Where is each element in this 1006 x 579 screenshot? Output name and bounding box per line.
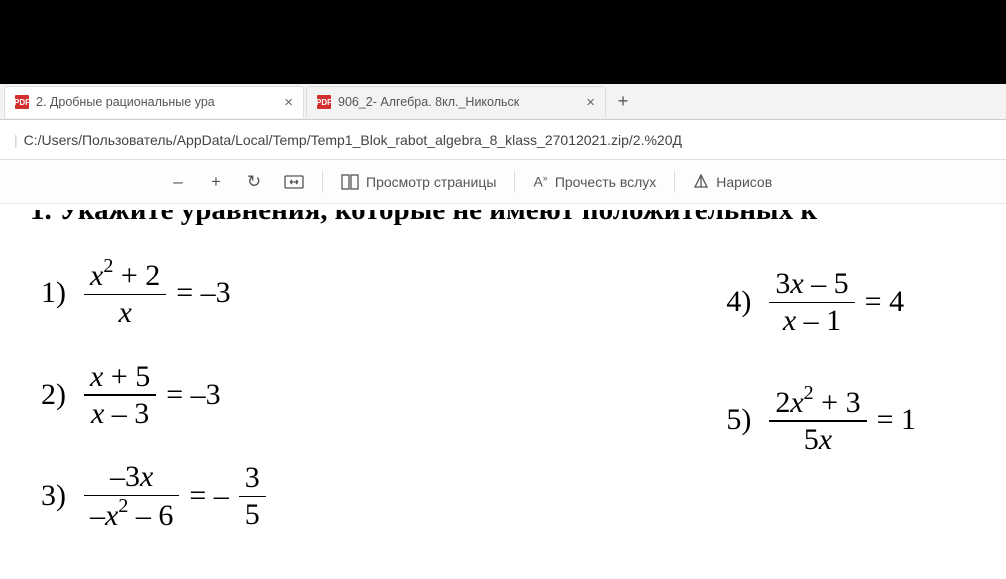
- eq-rhs: = 1: [877, 403, 916, 437]
- eq-rhs-pre: = –: [189, 479, 228, 513]
- separator: [322, 171, 323, 193]
- equation-4: 4) 3x – 5 x – 1 = 4: [725, 268, 916, 337]
- eq-number: 4): [725, 285, 769, 319]
- page-view-button[interactable]: Просмотр страницы: [331, 165, 506, 199]
- equation-5: 5) 2x2 + 3 5x = 1: [725, 385, 916, 456]
- plus-icon: +: [211, 172, 221, 192]
- draw-button[interactable]: Нарисов: [683, 165, 782, 199]
- rhs-num: 3: [239, 462, 266, 494]
- tab-2-label: 906_2- Алгебра. 8кл._Никольск: [338, 95, 578, 109]
- eq-number: 1): [30, 276, 84, 310]
- pdf-icon: PDF: [317, 95, 331, 109]
- pdf-content: 1. Укажите уравнения, которые не имеют п…: [0, 204, 1006, 532]
- read-aloud-button[interactable]: A» Прочесть вслух: [523, 165, 666, 199]
- page-view-icon: [341, 174, 359, 190]
- fit-button[interactable]: [274, 165, 314, 199]
- tab-1[interactable]: PDF 2. Дробные рациональные ура ×: [4, 86, 304, 118]
- eq-rhs: = 4: [865, 285, 904, 319]
- rhs-den: 5: [239, 499, 266, 531]
- window-top-black: [0, 0, 1006, 84]
- separator: [514, 171, 515, 193]
- close-icon[interactable]: ×: [284, 95, 293, 110]
- eq-rhs: = –3: [176, 276, 230, 310]
- heading-cut: 1. Укажите уравнения, которые не имеют п…: [30, 210, 976, 230]
- equation-3: 3) –3x –x2 – 6 = – 3 5: [30, 461, 266, 532]
- page-view-label: Просмотр страницы: [366, 174, 496, 190]
- zoom-in-button[interactable]: +: [198, 165, 234, 199]
- equation-2: 2) x + 5 x – 3 = –3: [30, 361, 266, 430]
- url-text[interactable]: C:/Users/Пользователь/AppData/Local/Temp…: [24, 132, 682, 148]
- draw-icon: [693, 174, 709, 190]
- tab-2[interactable]: PDF 906_2- Алгебра. 8кл._Никольск ×: [306, 86, 606, 118]
- rotate-button[interactable]: ↻: [236, 165, 272, 199]
- address-separator: |: [14, 132, 18, 148]
- zoom-out-button[interactable]: –: [160, 165, 196, 199]
- equations-right-col: 4) 3x – 5 x – 1 = 4 5) 2x2 + 3 5x: [725, 258, 916, 532]
- equation-1: 1) x2 + 2 x = –3: [30, 258, 266, 329]
- rotate-icon: ↻: [247, 172, 261, 192]
- eq-number: 3): [30, 479, 84, 513]
- read-aloud-label: Прочесть вслух: [555, 174, 656, 190]
- new-tab-button[interactable]: +: [608, 86, 638, 118]
- pdf-icon: PDF: [15, 95, 29, 109]
- fit-icon: [284, 175, 304, 189]
- eq-number: 2): [30, 378, 84, 412]
- tab-1-label: 2. Дробные рациональные ура: [36, 95, 276, 109]
- eq-rhs: = –3: [166, 378, 220, 412]
- minus-icon: –: [173, 172, 182, 192]
- pdf-toolbar: – + ↻ Просмотр страницы A» Прочесть вслу…: [0, 160, 1006, 204]
- close-icon[interactable]: ×: [586, 95, 595, 110]
- read-aloud-icon: A»: [533, 173, 547, 190]
- draw-label: Нарисов: [716, 174, 772, 190]
- eq-number: 5): [725, 403, 769, 437]
- separator: [674, 171, 675, 193]
- address-bar: | C:/Users/Пользователь/AppData/Local/Te…: [0, 120, 1006, 160]
- tab-strip: PDF 2. Дробные рациональные ура × PDF 90…: [0, 84, 1006, 120]
- equations-left-col: 1) x2 + 2 x = –3 2) x + 5 x – 3: [30, 258, 266, 532]
